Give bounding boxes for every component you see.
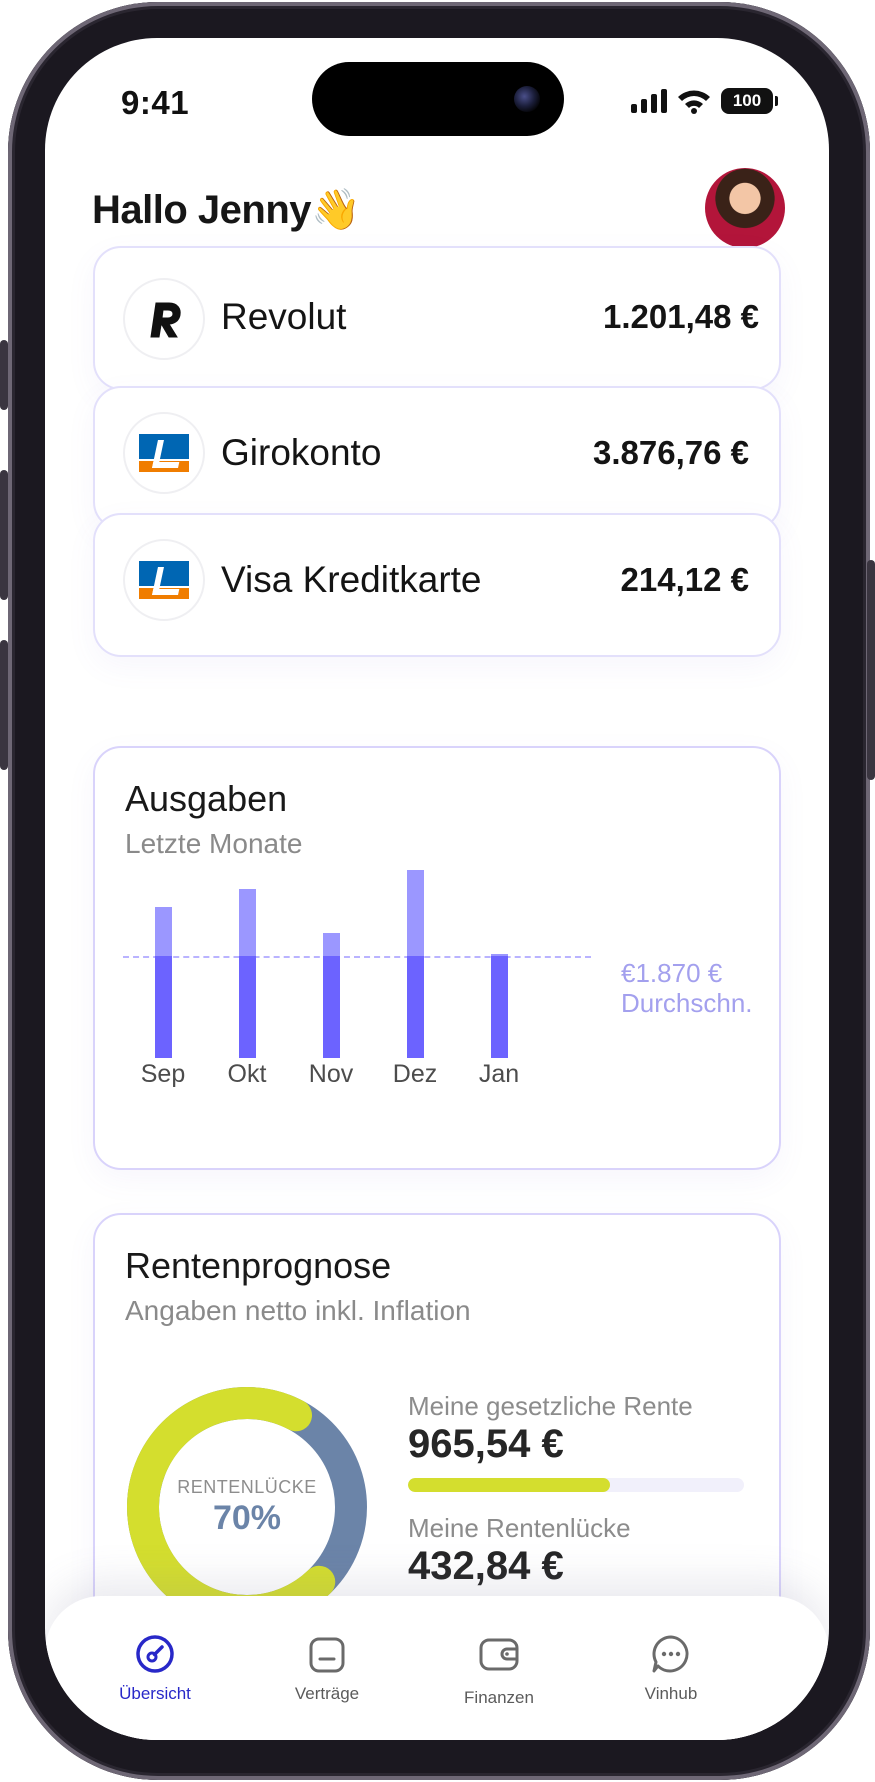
pension-gap-donut: RENTENLÜCKE 70% [125, 1385, 369, 1629]
wallet-icon [477, 1632, 521, 1676]
statutory-pension-value: 965,54 € [408, 1422, 564, 1466]
average-line [123, 956, 591, 959]
bar-below-average [239, 956, 256, 1058]
front-camera-icon [514, 86, 540, 112]
bar-dez[interactable] [407, 870, 424, 1058]
expenses-title: Ausgaben [125, 778, 288, 819]
account-card-revolut[interactable]: Revolut 1.201,48 € [93, 246, 781, 390]
account-name: Revolut [221, 296, 347, 337]
pension-subtitle: Angaben netto inkl. Inflation [125, 1295, 471, 1326]
greeting: Hallo Jenny👋 [92, 186, 361, 233]
volksbank-logo-icon [123, 539, 205, 621]
tab-vinhub[interactable]: Vinhub [591, 1632, 751, 1704]
average-value: €1.870 € [621, 958, 723, 989]
chat-icon [649, 1632, 693, 1676]
statutory-pension-label: Meine gesetzliche Rente [408, 1391, 693, 1421]
greeting-text: Hallo Jenny [92, 188, 312, 232]
volume-up-button [0, 470, 8, 600]
bar-above-average [407, 870, 424, 957]
bar-below-average [407, 956, 424, 1058]
account-name: Visa Kreditkarte [221, 559, 482, 600]
wave-emoji-icon: 👋 [311, 188, 361, 232]
pension-gap-amount-label: Meine Rentenlücke [408, 1513, 631, 1543]
bar-below-average [155, 956, 172, 1058]
battery-level: 100 [732, 91, 762, 110]
progress-fill [408, 1478, 610, 1492]
volume-down-button [0, 640, 8, 770]
status-icons: 100 [631, 88, 778, 114]
x-tick-label: Jan [478, 1060, 520, 1088]
status-time: 9:41 [121, 84, 190, 121]
average-label: €1.870 € Durchschn. [621, 958, 753, 1018]
x-tick-label: Sep [140, 1060, 186, 1088]
tab-uebersicht[interactable]: Übersicht [75, 1632, 235, 1704]
bar-okt[interactable] [239, 888, 256, 1058]
bar-above-average [323, 933, 340, 957]
bar-jan[interactable] [491, 953, 508, 1058]
bar-above-average [239, 888, 256, 957]
bar-sep[interactable] [155, 907, 172, 1058]
account-card-girokonto[interactable]: Girokonto 3.876,76 € [93, 386, 781, 530]
x-tick-label: Dez [392, 1060, 438, 1088]
bottom-tab-bar: Übersicht Verträge Finanzen Vinhub [45, 1596, 829, 1740]
bar-nov[interactable] [323, 933, 340, 1058]
revolut-logo-icon [123, 278, 205, 360]
power-button [867, 560, 875, 780]
bar-below-average [323, 956, 340, 1058]
tab-vertraege[interactable]: Verträge [247, 1632, 407, 1704]
avatar[interactable] [705, 168, 785, 248]
tab-label: Finanzen [464, 1688, 534, 1707]
dynamic-island [312, 62, 564, 136]
volksbank-logo-icon [123, 412, 205, 494]
account-balance: 214,12 € [620, 561, 749, 598]
wifi-icon [678, 90, 710, 114]
tab-label: Verträge [294, 1684, 360, 1703]
x-tick-label: Okt [227, 1060, 267, 1088]
expenses-subtitle: Letzte Monate [125, 828, 303, 859]
tab-label: Übersicht [119, 1684, 191, 1703]
gap-percent: 70% [212, 1499, 282, 1537]
account-balance: 3.876,76 € [593, 434, 749, 471]
mute-switch [0, 340, 8, 410]
statutory-pension-progress [408, 1478, 744, 1492]
pension-title: Rentenprognose [125, 1245, 392, 1286]
battery-icon: 100 [721, 88, 778, 114]
bar-above-average [155, 907, 172, 957]
tab-finanzen[interactable]: Finanzen [419, 1632, 579, 1708]
pension-gap-amount-value: 432,84 € [408, 1544, 564, 1588]
account-balance: 1.201,48 € [603, 298, 759, 335]
phone-screen: 9:41 100 Hallo Jenny👋 Revolut 1.201,48 €… [45, 38, 829, 1740]
gap-label: RENTENLÜCKE [177, 1477, 317, 1497]
cellular-signal-icon [631, 89, 667, 113]
account-name: Girokonto [221, 432, 382, 473]
account-card-visa[interactable]: Visa Kreditkarte 214,12 € [93, 513, 781, 657]
bar-below-average [491, 956, 508, 1058]
expenses-card[interactable]: Ausgaben Letzte Monate €1.870 € Durchsch… [93, 746, 781, 1170]
folder-icon [305, 1632, 349, 1676]
tab-label: Vinhub [644, 1684, 698, 1703]
x-tick-label: Nov [308, 1060, 354, 1088]
average-caption: Durchschn. [621, 988, 753, 1019]
gauge-icon [133, 1632, 177, 1676]
